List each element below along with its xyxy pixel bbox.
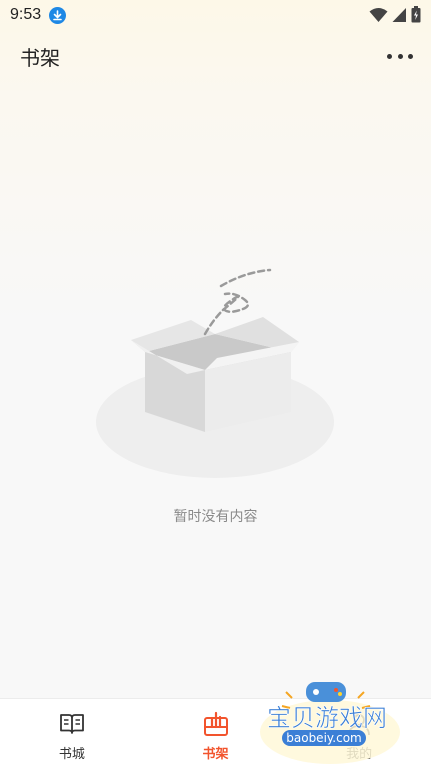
status-icons: [369, 6, 421, 27]
nav-item-bookstore[interactable]: 书城: [0, 699, 144, 766]
empty-box-icon: [95, 262, 337, 482]
nav-label-bookstore: 书城: [58, 747, 85, 762]
svg-text:宝贝游戏网: 宝贝游戏网: [267, 704, 387, 732]
status-bar: 9:53: [0, 0, 431, 30]
bookshelf-icon: [203, 711, 229, 737]
more-icon: [387, 53, 392, 59]
signal-icon: [392, 7, 407, 27]
wifi-icon: [369, 7, 388, 27]
status-time: 9:53: [10, 6, 42, 23]
more-options-button[interactable]: [387, 48, 413, 64]
watermark-logo: 宝贝游戏网 baobeiy.com: [252, 680, 402, 766]
battery-icon: [411, 6, 421, 27]
book-open-icon: [59, 711, 85, 737]
download-icon: [49, 6, 67, 24]
gamepad-icon: [306, 682, 346, 702]
page-title: 书架: [20, 45, 60, 70]
nav-label-bookshelf: 书架: [202, 747, 229, 762]
empty-message: 暂时没有内容: [173, 509, 258, 525]
app-header: 书架: [0, 30, 431, 82]
svg-text:baobeiy.com: baobeiy.com: [286, 731, 361, 745]
